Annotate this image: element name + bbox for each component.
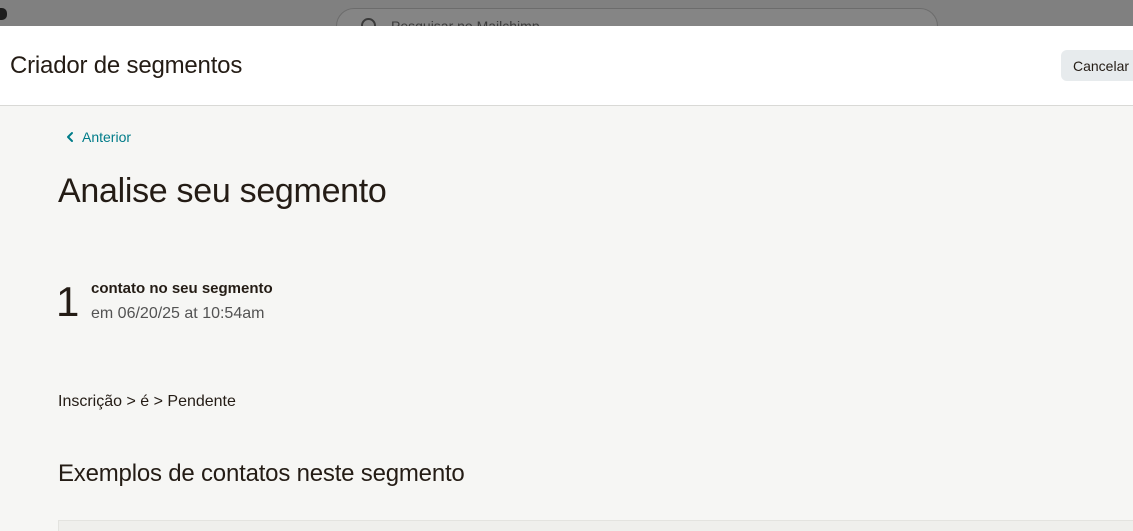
back-link-label: Anterior <box>82 129 132 145</box>
header-title: Criador de segmentos <box>10 52 243 79</box>
examples-panel <box>58 520 1133 531</box>
back-link[interactable]: Anterior <box>64 129 131 145</box>
background-search-text: Pesquisar no Mailchimp <box>391 18 540 26</box>
segment-condition: Inscrição > é > Pendente <box>58 393 236 410</box>
search-icon <box>361 18 376 26</box>
chevron-left-icon <box>67 132 73 142</box>
contact-count: 1 <box>56 278 80 325</box>
contact-count-date: em 06/20/25 at 10:54am <box>91 305 265 322</box>
cancel-button[interactable]: Cancelar <box>1061 50 1133 81</box>
page-title: Analise seu segmento <box>58 172 387 210</box>
contact-count-label: contato no seu segmento <box>91 280 273 297</box>
modal-header: Criador de segmentos Cancelar <box>0 26 1133 106</box>
background-overlay: Pesquisar no Mailchimp <box>0 0 1133 26</box>
logo-icon <box>0 8 7 20</box>
examples-section-title: Exemplos de contatos neste segmento <box>58 460 465 487</box>
background-search-bar: Pesquisar no Mailchimp <box>336 8 938 26</box>
